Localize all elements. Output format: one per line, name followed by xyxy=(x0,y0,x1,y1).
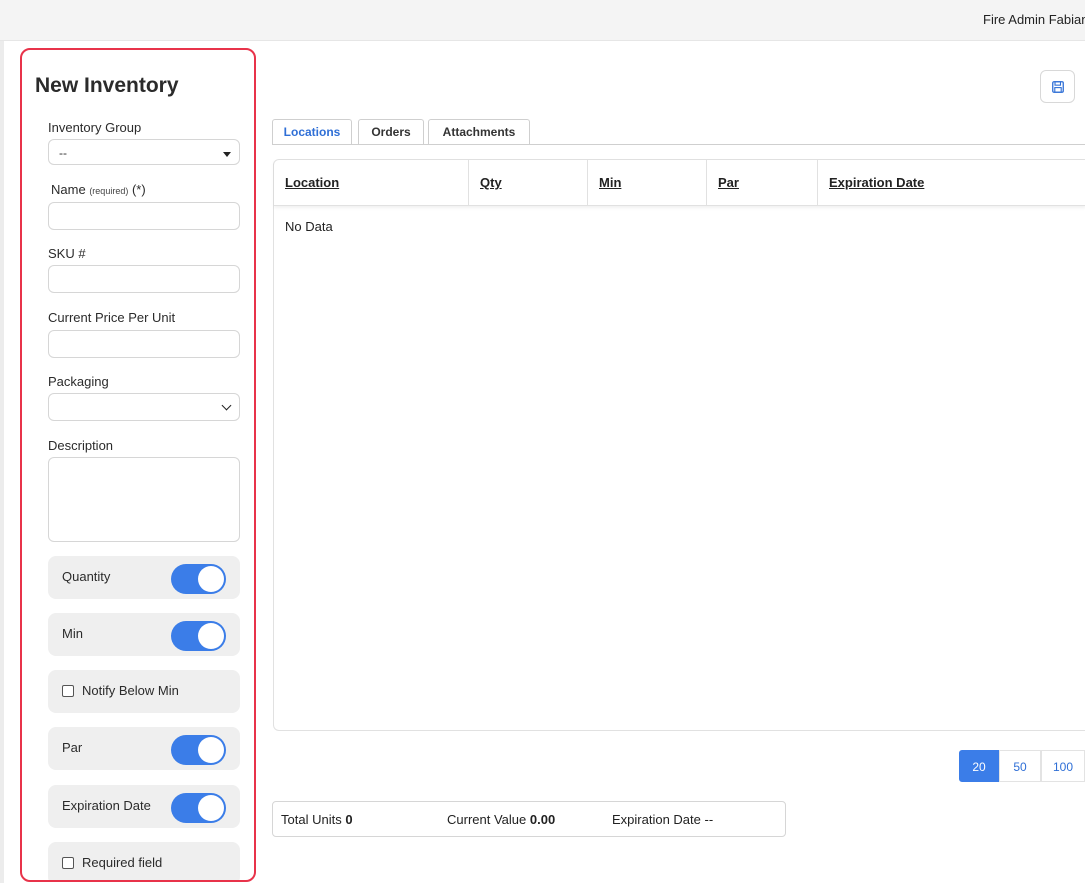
expiration-summary: Expiration Date -- xyxy=(612,812,713,827)
column-header-par[interactable]: Par xyxy=(707,160,818,205)
notify-below-min-label: Notify Below Min xyxy=(82,683,179,698)
tab-locations[interactable]: Locations xyxy=(272,119,352,145)
required-mark: (*) xyxy=(131,182,146,197)
min-toggle-row: Min xyxy=(48,613,240,656)
packaging-select[interactable] xyxy=(48,393,240,421)
quantity-toggle[interactable] xyxy=(171,564,226,594)
current-value-label: Current Value xyxy=(447,812,527,827)
price-label: Current Price Per Unit xyxy=(48,310,176,325)
inventory-group-select[interactable]: -- xyxy=(48,139,240,165)
expiration-toggle[interactable] xyxy=(171,793,226,823)
expiration-toggle-row: Expiration Date xyxy=(48,785,240,828)
column-header-min[interactable]: Min xyxy=(588,160,707,205)
summary-bar: Total Units 0 Current Value 0.00 Expirat… xyxy=(272,801,786,837)
locations-grid: Location Qty Min Par Expiration Date No … xyxy=(273,159,1085,731)
sku-label: SKU # xyxy=(48,246,86,261)
toggle-knob xyxy=(198,623,224,649)
required-field-label: Required field xyxy=(82,855,163,870)
price-input[interactable] xyxy=(48,330,240,358)
current-value: Current Value 0.00 xyxy=(447,812,555,827)
par-toggle-row: Par xyxy=(48,727,240,770)
notify-below-min-row: Notify Below Min xyxy=(48,670,240,713)
column-header-qty[interactable]: Qty xyxy=(469,160,588,205)
save-button[interactable] xyxy=(1040,70,1075,103)
chevron-down-icon xyxy=(221,400,232,411)
sku-input[interactable] xyxy=(48,265,240,293)
packaging-label: Packaging xyxy=(48,374,109,389)
toggle-knob xyxy=(198,566,224,592)
grid-header: Location Qty Min Par Expiration Date xyxy=(274,160,1085,206)
name-label: Name (required) (*) xyxy=(51,182,146,197)
description-label: Description xyxy=(48,438,114,453)
toggle-knob xyxy=(198,795,224,821)
toggle-knob xyxy=(198,737,224,763)
quantity-toggle-label: Quantity xyxy=(62,569,111,584)
total-units-label: Total Units xyxy=(281,812,342,827)
page-title: New Inventory xyxy=(35,74,179,97)
required-note: (required) xyxy=(89,186,129,196)
expiration-summary-value: -- xyxy=(704,812,714,827)
par-toggle-label: Par xyxy=(62,740,83,755)
description-textarea[interactable] xyxy=(48,457,240,542)
total-units-value: 0 xyxy=(345,812,353,827)
quantity-toggle-row: Quantity xyxy=(48,556,240,599)
page-size-100[interactable]: 100 xyxy=(1041,750,1085,782)
caret-down-icon xyxy=(223,152,231,157)
expiration-summary-label: Expiration Date xyxy=(612,812,701,827)
save-floppy-icon xyxy=(1052,81,1064,93)
top-bar: Fire Admin Fabian xyxy=(0,0,1085,41)
par-toggle[interactable] xyxy=(171,735,226,765)
inventory-group-label: Inventory Group xyxy=(48,120,142,135)
name-label-text: Name xyxy=(51,182,86,197)
total-units: Total Units 0 xyxy=(281,812,353,827)
min-toggle[interactable] xyxy=(171,621,226,651)
empty-message: No Data xyxy=(285,219,333,234)
page-size-20[interactable]: 20 xyxy=(959,750,999,782)
column-header-expiration-date[interactable]: Expiration Date xyxy=(818,160,1085,205)
expiration-toggle-label: Expiration Date xyxy=(62,798,151,813)
user-name[interactable]: Fire Admin Fabian xyxy=(983,12,1085,27)
required-field-row: Required field xyxy=(48,842,240,880)
tab-attachments[interactable]: Attachments xyxy=(428,119,530,145)
left-edge-strip xyxy=(0,41,4,883)
new-inventory-form: New Inventory Inventory Group -- Name (r… xyxy=(20,48,256,882)
column-header-location[interactable]: Location xyxy=(274,160,469,205)
inventory-group-value: -- xyxy=(59,146,67,160)
min-toggle-label: Min xyxy=(62,626,83,641)
name-input[interactable] xyxy=(48,202,240,230)
tab-underline xyxy=(272,144,1085,145)
required-field-checkbox[interactable] xyxy=(62,857,74,869)
notify-below-min-checkbox[interactable] xyxy=(62,685,74,697)
current-value-value: 0.00 xyxy=(529,812,556,827)
page-size-50[interactable]: 50 xyxy=(999,750,1041,782)
tab-orders[interactable]: Orders xyxy=(358,119,424,145)
